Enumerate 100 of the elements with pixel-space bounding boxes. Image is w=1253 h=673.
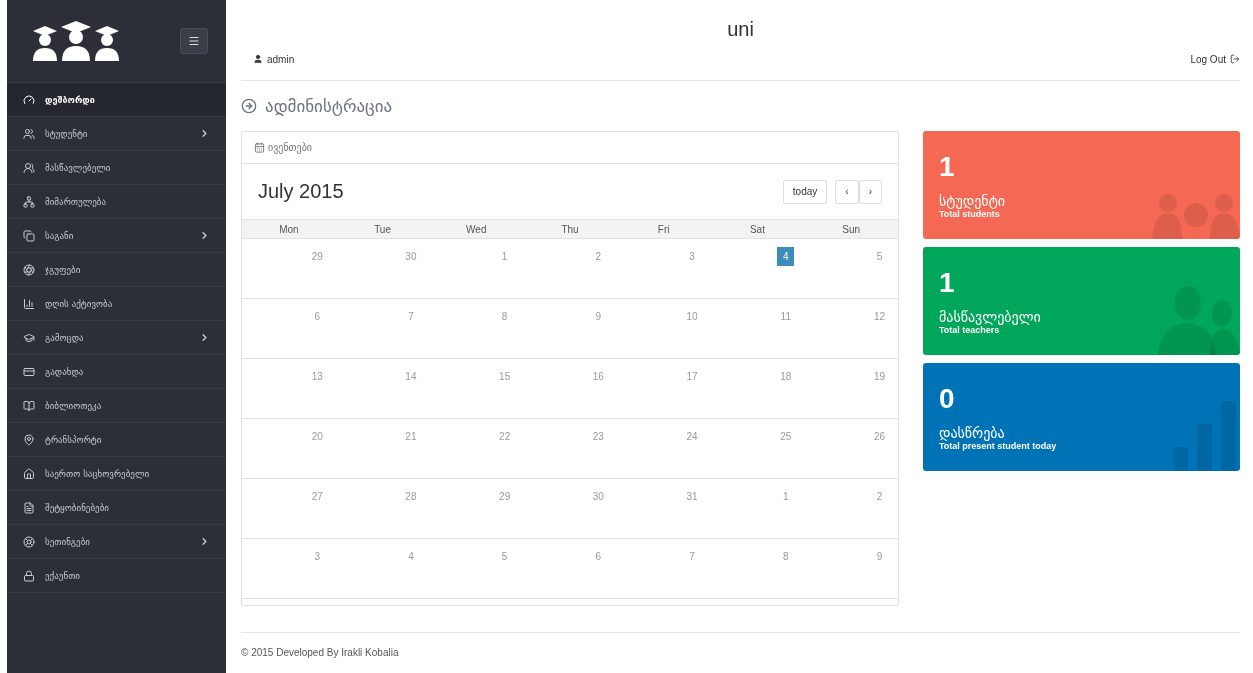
menu-icon (188, 35, 200, 47)
users-icon (23, 127, 35, 140)
menu-button[interactable] (180, 28, 208, 54)
stat-label: დასწრება (939, 425, 1005, 441)
sidebar-item[interactable]: გადახდა (7, 355, 226, 389)
day-number[interactable]: 20 (308, 427, 326, 446)
sidebar-item[interactable]: ჯგუფები (7, 253, 226, 287)
day-number[interactable]: 4 (777, 247, 795, 266)
day-number[interactable]: 30 (402, 247, 420, 266)
day-number[interactable]: 6 (308, 307, 326, 326)
panel-title: ივენთები (268, 142, 313, 153)
day-number[interactable]: 4 (402, 547, 420, 566)
weekday-header: Thu (523, 219, 617, 239)
aperture-icon (23, 263, 35, 276)
footer-text: © 2015 Developed By Irakli Kobalia (241, 647, 399, 658)
people-icon (23, 161, 35, 174)
sidebar-item[interactable]: დეშბორდი (7, 83, 226, 117)
calendar-icon (254, 142, 265, 153)
sidebar-item[interactable]: ექაუნთი (7, 559, 226, 593)
user-icon (253, 54, 263, 64)
day-number[interactable]: 17 (683, 367, 701, 386)
sidebar-item[interactable]: საგანი (7, 219, 226, 253)
day-number[interactable]: 26 (871, 427, 888, 446)
day-number[interactable]: 18 (777, 367, 795, 386)
day-number[interactable]: 27 (308, 487, 326, 506)
today-button[interactable]: today (782, 179, 828, 204)
weekday-header: Fri (616, 219, 711, 239)
lock-icon (23, 569, 35, 582)
lifebuoy-icon (23, 535, 35, 548)
day-number[interactable]: 23 (589, 427, 607, 446)
weekday-header: Wed (429, 219, 524, 239)
day-number[interactable]: 30 (589, 487, 607, 506)
sidebar-item[interactable]: ტრანსპორტი (7, 423, 226, 457)
day-number[interactable]: 9 (589, 307, 607, 326)
day-number[interactable]: 16 (589, 367, 607, 386)
document-icon (23, 501, 35, 514)
credit-card-icon (23, 365, 35, 378)
stat-caption: Total teachers (939, 325, 1000, 335)
day-number[interactable]: 2 (871, 487, 888, 506)
sidebar-item[interactable]: დღის აქტივობა (7, 287, 226, 321)
sidebar-item[interactable]: ბიბლიოთეკა (7, 389, 226, 423)
day-number[interactable]: 28 (402, 487, 420, 506)
people-icon (1158, 285, 1240, 355)
weekday-header: Mon (242, 219, 336, 239)
bar-chart-icon (23, 297, 35, 310)
house-icon (23, 467, 35, 480)
day-number[interactable]: 5 (871, 247, 888, 266)
graduation-cap-icon (23, 331, 35, 344)
stat-caption: Total students (939, 209, 1000, 219)
day-number[interactable]: 11 (777, 307, 795, 326)
sidebar-item[interactable]: სტუდენტი (7, 117, 226, 151)
day-number[interactable]: 19 (871, 367, 888, 386)
day-number[interactable]: 1 (496, 247, 514, 266)
page-title: ადმინისტრაცია (265, 96, 393, 116)
weekday-header: Sun (804, 219, 898, 239)
day-number[interactable]: 6 (589, 547, 607, 566)
sidebar-item[interactable]: მასწავლებელი (7, 151, 226, 185)
day-number[interactable]: 8 (777, 547, 795, 566)
day-number[interactable]: 22 (496, 427, 514, 446)
day-number[interactable]: 7 (402, 307, 420, 326)
sidebar-item[interactable]: შეტყობინებები (7, 491, 226, 525)
copy-icon (23, 229, 35, 242)
day-number[interactable]: 29 (496, 487, 514, 506)
day-number[interactable]: 15 (496, 367, 514, 386)
day-number[interactable]: 21 (402, 427, 420, 446)
username: admin (267, 53, 295, 65)
sidebar-item[interactable]: მიმართულება (7, 185, 226, 219)
day-number[interactable]: 8 (496, 307, 514, 326)
weekday-header: Tue (335, 219, 430, 239)
stat-caption: Total present student today (939, 441, 1058, 451)
day-number[interactable]: 14 (402, 367, 420, 386)
day-number[interactable]: 29 (308, 247, 326, 266)
day-number[interactable]: 2 (589, 247, 607, 266)
day-number[interactable]: 3 (308, 547, 326, 566)
day-number[interactable]: 10 (683, 307, 701, 326)
day-number[interactable]: 1 (777, 487, 795, 506)
month-title: July 2015 (258, 180, 344, 203)
logout-link[interactable]: Log Out (1190, 53, 1240, 65)
sidebar-item[interactable]: გამოცდა (7, 321, 226, 355)
sidebar-item[interactable]: საერთო საცხოვრებელი (7, 457, 226, 491)
stat-value: 1 (939, 151, 956, 184)
next-button[interactable]: › (858, 179, 882, 204)
day-number[interactable]: 24 (683, 427, 701, 446)
sidebar-item[interactable]: სეთინგები (7, 525, 226, 559)
day-number[interactable]: 12 (871, 307, 888, 326)
day-number[interactable]: 25 (777, 427, 795, 446)
previous-button[interactable]: ‹ (835, 179, 859, 204)
day-number[interactable]: 3 (683, 247, 701, 266)
day-number[interactable]: 13 (308, 367, 326, 386)
map-pin-icon (23, 433, 35, 446)
day-number[interactable]: 5 (496, 547, 514, 566)
app-title: uni (726, 17, 755, 42)
day-number[interactable]: 31 (683, 487, 701, 506)
book-icon (23, 399, 35, 412)
logout-icon (1230, 54, 1240, 64)
weekday-header: Sat (710, 219, 805, 239)
network-icon (23, 195, 35, 208)
stat-label: სტუდენტი (939, 193, 1007, 209)
day-number[interactable]: 9 (871, 547, 888, 566)
day-number[interactable]: 7 (683, 547, 701, 566)
